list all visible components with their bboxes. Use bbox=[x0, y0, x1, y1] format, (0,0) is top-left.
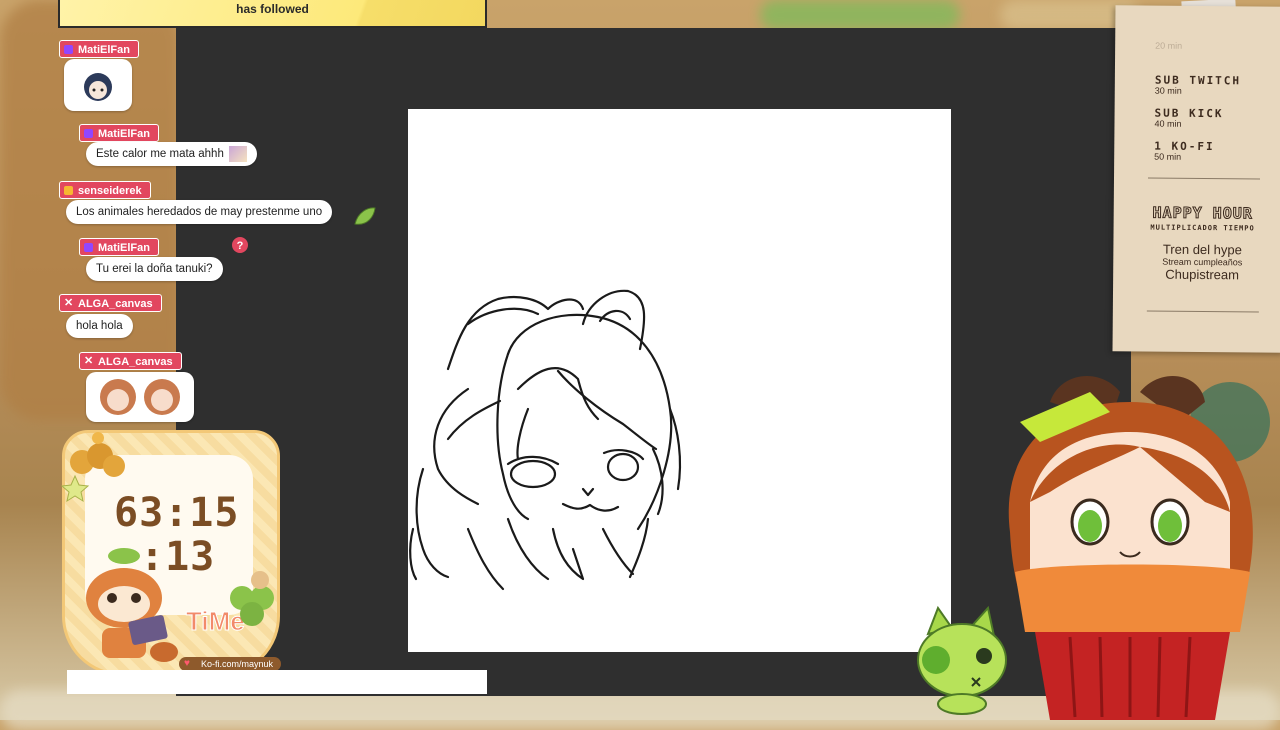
chat-message-text: Este calor me mata ahhh bbox=[96, 148, 224, 160]
schedule-item: 1 KO-FI 50 min bbox=[1154, 140, 1215, 163]
green-mascot-icon bbox=[917, 605, 1007, 715]
schedule-item-faded: 20 min bbox=[1155, 40, 1183, 51]
sketch-drawing bbox=[409, 289, 682, 591]
sub-badge-icon bbox=[64, 186, 73, 195]
schedule-item-time: 40 min bbox=[1154, 118, 1182, 129]
happy-hour-item: Chupistream bbox=[1165, 266, 1240, 283]
x-badge-icon: ✕ bbox=[64, 297, 74, 309]
chat-username-text: ALGA_canvas bbox=[78, 298, 153, 310]
chat-username[interactable]: ✕ ALGA_canvas bbox=[59, 294, 162, 312]
drawing-canvas[interactable] bbox=[408, 109, 951, 652]
happy-hour-section: HAPPY HOUR MULTIPLICADOR TIEMPO Tren del… bbox=[1143, 203, 1262, 283]
chat-message: Los animales heredados de may prestenme … bbox=[66, 200, 333, 224]
svg-text:?: ? bbox=[237, 240, 244, 252]
follow-alert-banner: has followed bbox=[58, 0, 487, 28]
chat-message: hola hola bbox=[66, 314, 133, 338]
follow-alert-text: has followed bbox=[236, 2, 309, 16]
chat-username[interactable]: MatiElFan bbox=[79, 238, 159, 256]
star-icon bbox=[60, 474, 90, 503]
chat-username[interactable]: MatiElFan bbox=[79, 124, 159, 142]
schedule-item: SUB TWITCH 30 min bbox=[1155, 74, 1241, 97]
vtuber-avatar bbox=[1008, 375, 1270, 720]
chat-username-text: senseiderek bbox=[78, 185, 142, 197]
chat-username-text: ALGA_canvas bbox=[98, 356, 173, 368]
question-mark-icon: ? bbox=[232, 237, 248, 253]
sub-badge-icon bbox=[84, 129, 93, 138]
sweat-emote-icon bbox=[229, 145, 248, 162]
alert-bar bbox=[67, 670, 487, 694]
timer-main-display: 63:15 bbox=[114, 490, 240, 536]
leaf-decoration-icon bbox=[354, 207, 376, 225]
schedule-item-time: 20 min bbox=[1155, 40, 1183, 51]
chat-username[interactable]: senseiderek bbox=[59, 181, 151, 199]
background-plant bbox=[760, 0, 960, 30]
x-badge-icon: ✕ bbox=[84, 355, 94, 367]
chat-username[interactable]: MatiElFan bbox=[59, 40, 139, 58]
happy-hour-subtitle: MULTIPLICADOR TIEMPO bbox=[1150, 223, 1255, 233]
sub-badge-icon bbox=[84, 243, 93, 252]
schedule-paper: 20 min SUB TWITCH 30 min SUB KICK 40 min… bbox=[1112, 5, 1280, 353]
chat-username-text: MatiElFan bbox=[98, 128, 150, 140]
chat-message-text: Los animales heredados de may prestenme … bbox=[76, 206, 323, 218]
kofi-link-text: Ko-fi.com/maynuk bbox=[201, 659, 274, 669]
chat-message-text: Tu erei la doña tanuki? bbox=[96, 263, 213, 275]
chat-username-text: MatiElFan bbox=[78, 44, 130, 56]
chibi-emote-icon bbox=[84, 73, 112, 101]
happy-hour-title: HAPPY HOUR bbox=[1152, 203, 1253, 223]
chat-username[interactable]: ✕ ALGA_canvas bbox=[79, 352, 182, 370]
chat-username-text: MatiElFan bbox=[98, 242, 150, 254]
heart-icon: ♥ bbox=[184, 658, 190, 669]
paper-divider bbox=[1148, 177, 1261, 180]
chat-message: Tu erei la doña tanuki? bbox=[86, 257, 223, 281]
paper-divider bbox=[1146, 310, 1259, 313]
sub-badge-icon bbox=[64, 45, 73, 54]
chat-emote-message bbox=[64, 59, 132, 111]
raccoon-mascot-icon bbox=[86, 548, 178, 662]
kofi-link[interactable]: ♥ Ko-fi.com/maynuk bbox=[179, 657, 282, 671]
chat-message: Este calor me mata ahhh bbox=[86, 142, 258, 166]
chat-message-text: hola hola bbox=[76, 320, 123, 332]
schedule-item: SUB KICK 40 min bbox=[1154, 107, 1223, 130]
girl-emote-icon bbox=[100, 379, 180, 415]
happy-hour-item: Tren del hype bbox=[1162, 241, 1242, 258]
clover-cat-icon bbox=[230, 571, 274, 626]
chat-emote-message bbox=[86, 372, 194, 422]
schedule-item-time: 50 min bbox=[1154, 151, 1182, 162]
